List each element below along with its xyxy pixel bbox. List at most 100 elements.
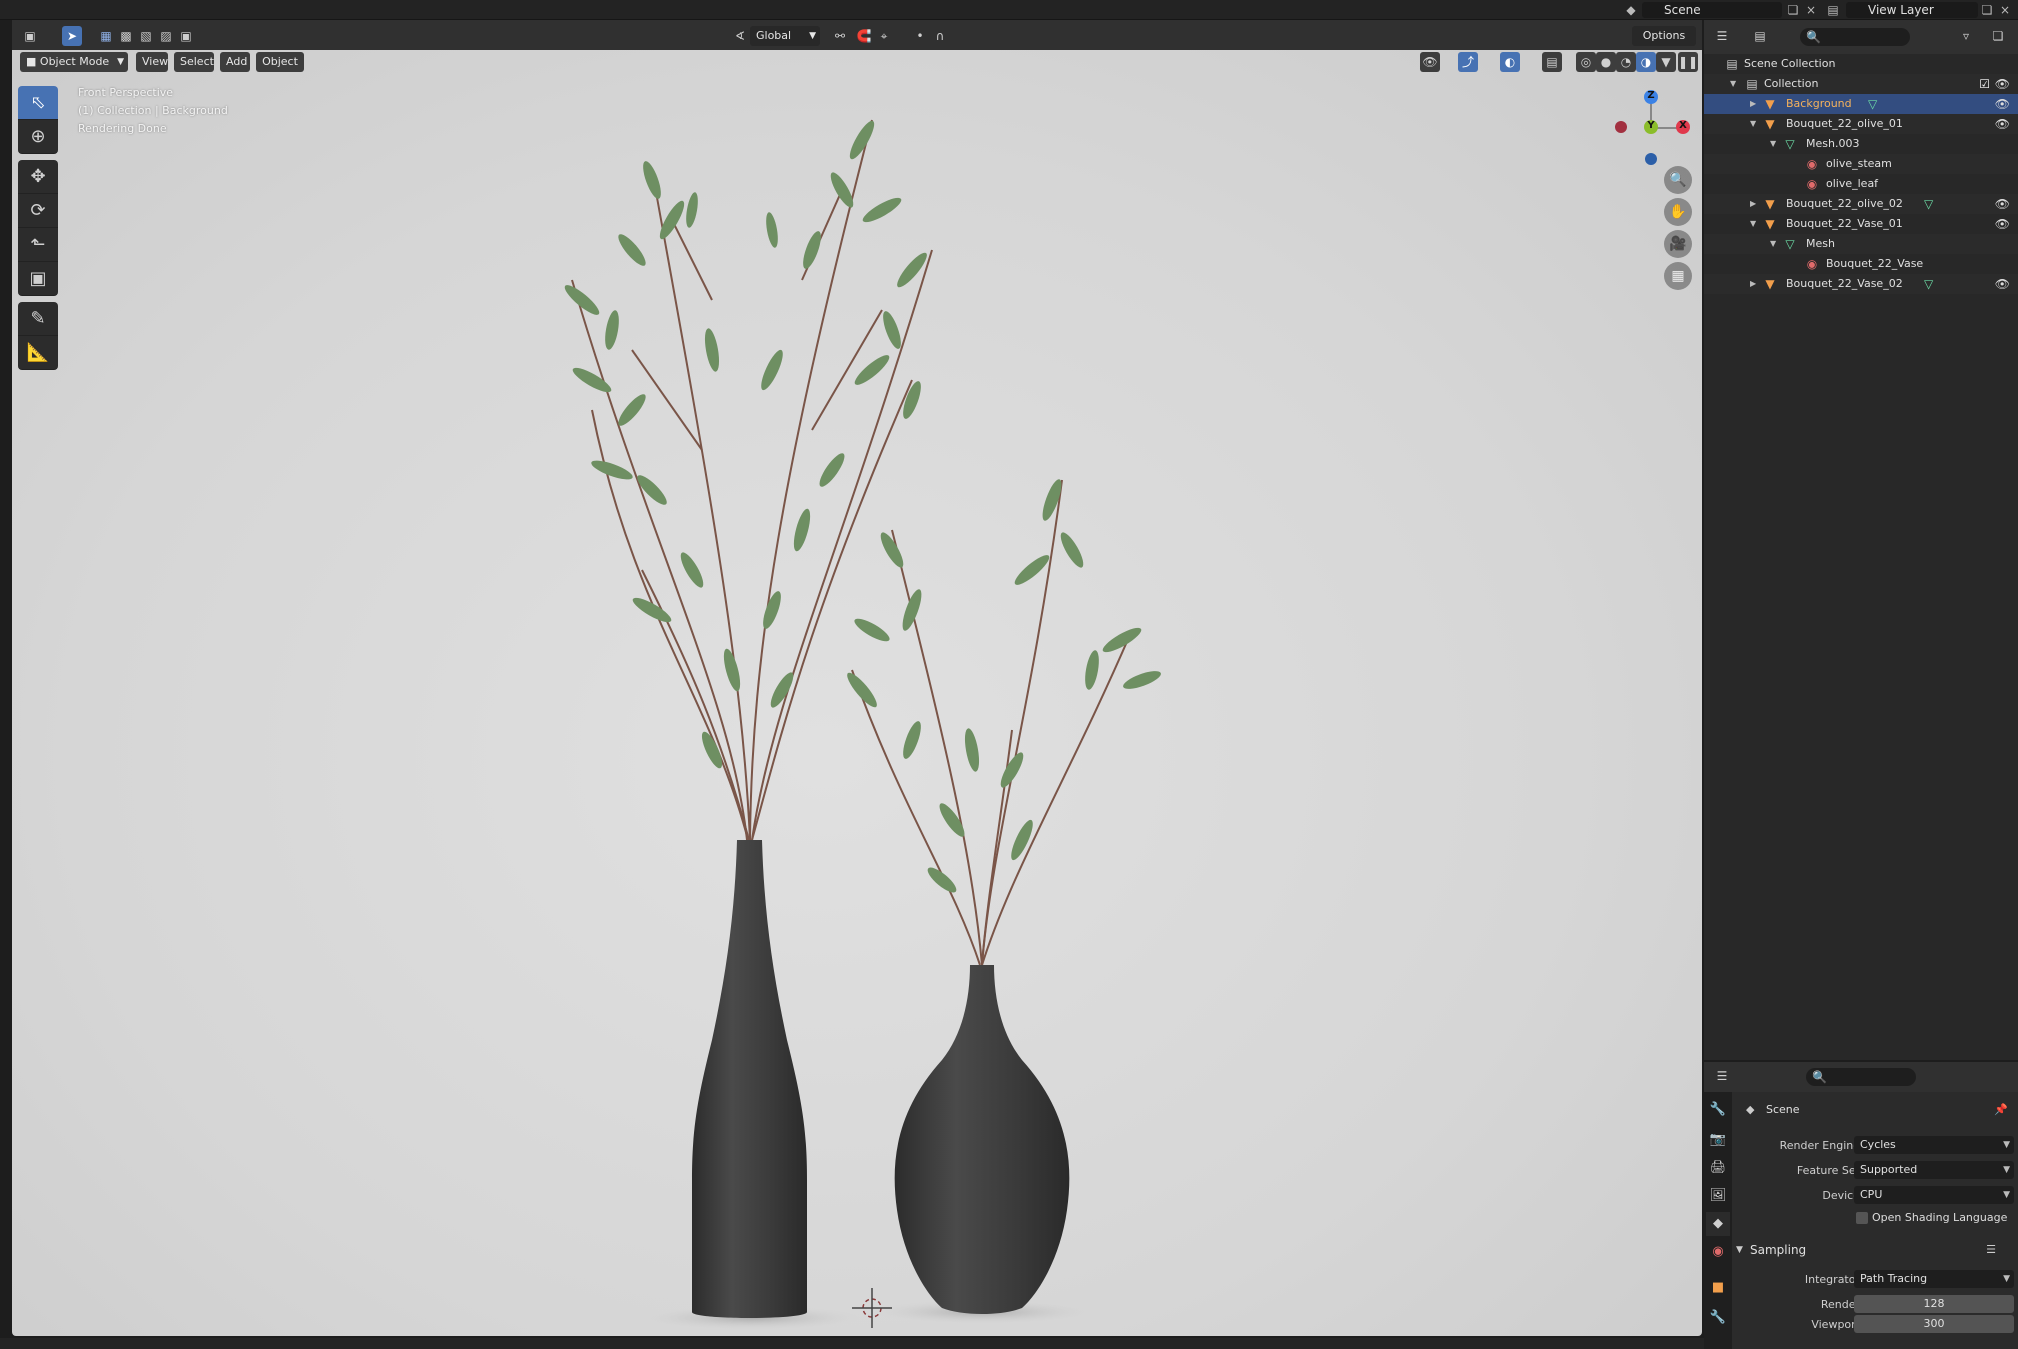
expand-arrow-icon[interactable]: ▶ bbox=[1750, 94, 1760, 114]
transform-orientation-icon[interactable]: ∢ bbox=[730, 26, 750, 46]
pin-icon[interactable]: 📌 bbox=[1994, 1100, 2008, 1120]
eye-icon[interactable]: 👁 bbox=[1995, 214, 2010, 234]
expand-arrow-icon[interactable]: ▼ bbox=[1770, 234, 1780, 254]
object-icon: ▼ bbox=[1765, 197, 1775, 211]
expand-arrow-icon[interactable]: ▼ bbox=[1750, 214, 1760, 234]
object-tab-icon[interactable]: ■ bbox=[1706, 1276, 1730, 1300]
outliner-panel: ☰ ▤ 🔍 ▿ ❏ ▤ Scene Collection ▼ ▤ Collect… bbox=[1704, 20, 2018, 1060]
outliner-row[interactable]: ◉ olive_leaf bbox=[1704, 174, 2018, 194]
options-label: Options bbox=[1642, 29, 1686, 42]
scene-tab-icon[interactable]: ◆ bbox=[1706, 1212, 1730, 1236]
scene-selector[interactable]: Scene bbox=[1642, 2, 1782, 18]
snap-target-icon[interactable]: ⌖ bbox=[874, 26, 894, 46]
feature-set-label: Feature Set bbox=[1796, 1164, 1860, 1177]
checkbox-icon[interactable]: ☑ bbox=[1979, 74, 1990, 94]
editor-type-icon[interactable]: ▣ bbox=[20, 26, 40, 46]
scene-icon[interactable]: ◆ bbox=[1622, 2, 1640, 18]
expand-arrow-icon[interactable]: ▶ bbox=[1750, 274, 1760, 294]
world-tab-icon[interactable]: ◉ bbox=[1706, 1240, 1730, 1264]
mesh-data-icon: ▽ bbox=[1924, 277, 1934, 291]
outliner-row[interactable]: ▼ ▤ Collection ☑ 👁 bbox=[1704, 74, 2018, 94]
render-engine-dropdown[interactable]: Cycles ▼ bbox=[1854, 1136, 2014, 1154]
scene-label: Scene bbox=[1664, 3, 1701, 17]
outliner-row-label: Collection bbox=[1764, 77, 1819, 90]
outliner-editor-type-icon[interactable]: ☰ bbox=[1712, 26, 1732, 46]
close-view-layer-icon[interactable]: × bbox=[1996, 2, 2014, 18]
osl-checkbox[interactable] bbox=[1856, 1212, 1868, 1224]
new-collection-icon[interactable]: ❏ bbox=[1988, 26, 2008, 46]
device-dropdown[interactable]: CPU ▼ bbox=[1854, 1186, 2014, 1204]
snap-icon[interactable]: 🧲 bbox=[854, 26, 874, 46]
filter-icon[interactable]: ▿ bbox=[1956, 26, 1976, 46]
view-layer-label: View Layer bbox=[1868, 3, 1934, 17]
select-box-intersect-icon[interactable]: ▣ bbox=[176, 26, 196, 46]
modifier-tab-icon[interactable]: 🔧 bbox=[1706, 1306, 1730, 1330]
select-box-new-icon[interactable]: ▦ bbox=[96, 26, 116, 46]
mesh-icon: ▽ bbox=[1785, 237, 1795, 251]
options-dropdown[interactable]: Options ▼ bbox=[1632, 26, 1696, 62]
mesh-data-icon: ▽ bbox=[1924, 197, 1934, 211]
outliner-row[interactable]: ◉ olive_steam bbox=[1704, 154, 2018, 174]
sampling-panel-header[interactable]: ▼ Sampling ☰ bbox=[1732, 1240, 2018, 1260]
outliner-row-label: Bouquet_22_Vase bbox=[1826, 257, 1924, 270]
collapse-arrow-icon[interactable]: ▼ bbox=[1736, 1240, 1743, 1260]
proportional-editing-icon[interactable]: • bbox=[910, 26, 930, 46]
view-layer-tab-icon[interactable]: 🖼 bbox=[1706, 1184, 1730, 1208]
integrator-dropdown[interactable]: Path Tracing ▼ bbox=[1854, 1270, 2014, 1288]
eye-icon[interactable]: 👁 bbox=[1995, 274, 2010, 294]
outliner-row[interactable]: ▶ ▼ Background ▽ 👁 bbox=[1704, 94, 2018, 114]
expand-arrow-icon[interactable]: ▼ bbox=[1730, 74, 1740, 94]
output-tab-icon[interactable]: 🖨 bbox=[1706, 1156, 1730, 1180]
tool-tab-icon[interactable]: 🔧 bbox=[1706, 1098, 1730, 1122]
device-value: CPU bbox=[1860, 1188, 1883, 1201]
copy-view-layer-icon[interactable]: ❏ bbox=[1978, 2, 1996, 18]
outliner-row-label: Mesh bbox=[1806, 237, 1835, 250]
outliner-row-label: Bouquet_22_olive_02 bbox=[1786, 197, 1903, 210]
view-layer-icon[interactable]: ▤ bbox=[1824, 2, 1842, 18]
viewport-samples-field[interactable]: 300 bbox=[1854, 1315, 2014, 1333]
copy-scene-icon[interactable]: ❏ bbox=[1784, 2, 1802, 18]
pivot-point-icon[interactable]: ⚯ bbox=[830, 26, 850, 46]
outliner-row[interactable]: ▼ ▼ Bouquet_22_olive_01 👁 bbox=[1704, 114, 2018, 134]
outliner-row[interactable]: ▼ ▼ Bouquet_22_Vase_01 👁 bbox=[1704, 214, 2018, 234]
select-tool-icon[interactable]: ➤ bbox=[62, 26, 82, 46]
expand-arrow-icon[interactable]: ▼ bbox=[1770, 134, 1780, 154]
outliner-row[interactable]: ▼ ▽ Mesh bbox=[1704, 234, 2018, 254]
display-mode-icon[interactable]: ▤ bbox=[1750, 26, 1770, 46]
close-scene-icon[interactable]: × bbox=[1802, 2, 1820, 18]
eye-icon[interactable]: 👁 bbox=[1995, 194, 2010, 214]
select-box-subtract-icon[interactable]: ▧ bbox=[136, 26, 156, 46]
render-samples-field[interactable]: 128 bbox=[1854, 1295, 2014, 1313]
presets-list-icon[interactable]: ☰ bbox=[1986, 1240, 1996, 1260]
eye-icon[interactable]: 👁 bbox=[1995, 94, 2010, 114]
outliner-row-label: Mesh.003 bbox=[1806, 137, 1860, 150]
outliner-row[interactable]: ▶ ▼ Bouquet_22_olive_02 ▽ 👁 bbox=[1704, 194, 2018, 214]
select-box-invert-icon[interactable]: ▨ bbox=[156, 26, 176, 46]
properties-search-input[interactable]: 🔍 bbox=[1806, 1068, 1916, 1086]
select-box-extend-icon[interactable]: ▩ bbox=[116, 26, 136, 46]
viewport-header: ▣ ➤ ▦ ▩ ▧ ▨ ▣ ∢ Global ▼ ⚯ 🧲 ⌖ • ∩ Optio… bbox=[12, 20, 1702, 62]
sampling-label: Sampling bbox=[1750, 1243, 1807, 1257]
outliner-row[interactable]: ▼ ▽ Mesh.003 bbox=[1704, 134, 2018, 154]
feature-set-dropdown[interactable]: Supported ▼ bbox=[1854, 1161, 2014, 1179]
outliner-row-label: olive_steam bbox=[1826, 157, 1892, 170]
transform-orientation-dropdown[interactable]: Global ▼ bbox=[750, 26, 820, 46]
expand-arrow-icon[interactable]: ▼ bbox=[1750, 114, 1760, 134]
proportional-falloff-icon[interactable]: ∩ bbox=[930, 26, 950, 46]
properties-editor-type-icon[interactable]: ☰ bbox=[1712, 1066, 1732, 1086]
chevron-down-icon: ▼ bbox=[809, 31, 816, 41]
outliner-row[interactable]: ▶ ▼ Bouquet_22_Vase_02 ▽ 👁 bbox=[1704, 274, 2018, 294]
osl-row: Open Shading Language bbox=[1732, 1208, 2018, 1228]
expand-arrow-icon[interactable]: ▶ bbox=[1750, 194, 1760, 214]
eye-icon[interactable]: 👁 bbox=[1995, 114, 2010, 134]
outliner-row[interactable]: ◉ Bouquet_22_Vase bbox=[1704, 254, 2018, 274]
3d-viewport[interactable]: ■ Object Mode ▼ View Select Add Object 👁… bbox=[12, 50, 1702, 1336]
outliner-search-input[interactable]: 🔍 bbox=[1800, 28, 1910, 46]
eye-icon[interactable]: 👁 bbox=[1995, 74, 2010, 94]
view-layer-selector[interactable]: View Layer bbox=[1846, 2, 1978, 18]
chevron-down-icon: ▼ bbox=[2003, 1274, 2010, 1284]
object-icon: ▼ bbox=[1765, 217, 1775, 231]
outliner-row[interactable]: ▤ Scene Collection bbox=[1704, 54, 2018, 74]
viewport-samples-label: Viewport bbox=[1811, 1318, 1860, 1331]
render-tab-icon[interactable]: 📷 bbox=[1706, 1128, 1730, 1152]
